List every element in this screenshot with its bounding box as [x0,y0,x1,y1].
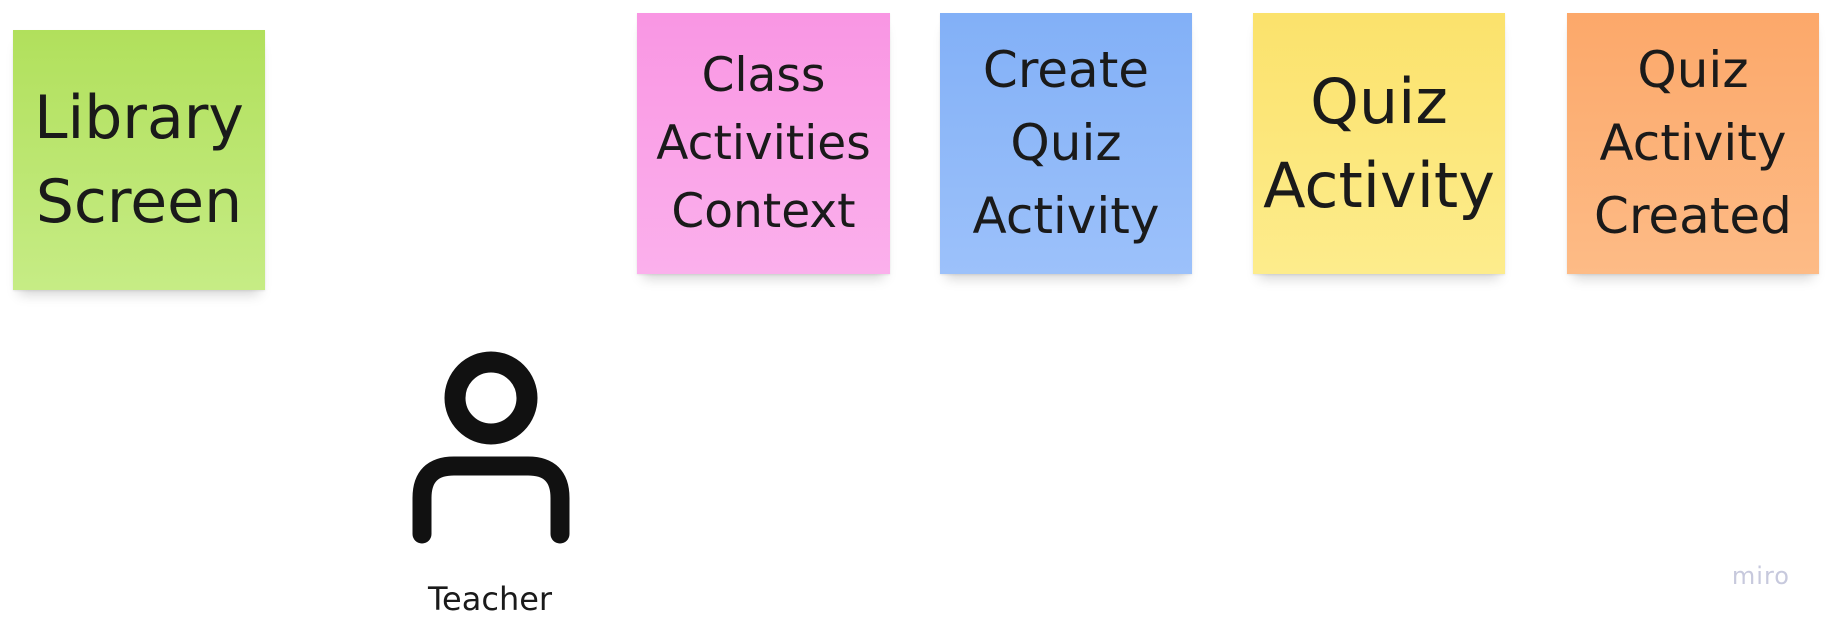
sticky-note-quiz-activity[interactable]: Quiz Activity [1253,13,1505,274]
sticky-note-create-quiz-activity[interactable]: Create Quiz Activity [940,13,1192,274]
miro-watermark: miro [1731,562,1790,590]
sticky-note-quiz-activity-created[interactable]: Quiz Activity Created [1567,13,1819,274]
person-icon[interactable] [412,348,570,544]
note-line: Activity [1263,148,1495,222]
note-line: Activity [1599,114,1787,172]
actor-label: Teacher [427,580,553,618]
miro-board: Library Screen Class Activities Context … [0,0,1830,629]
note-line: Quiz [1637,41,1749,99]
note-line: Create [982,41,1150,99]
note-line: Screen [35,167,243,237]
sticky-note-class-activities-context[interactable]: Class Activities Context [637,13,890,274]
sticky-note-library-screen[interactable]: Library Screen [13,30,265,290]
sticky-note-text: Quiz Activity Created [1594,34,1792,253]
sticky-note-text: Library Screen [34,76,244,244]
sticky-note-text: Class Activities Context [656,42,870,246]
note-line: Quiz [1010,114,1122,172]
sticky-note-text: Create Quiz Activity [973,34,1160,253]
note-line: Activity [972,187,1160,245]
note-line: Library [34,83,244,153]
note-line: Activities [656,115,871,171]
sticky-note-text: Quiz Activity [1263,60,1495,228]
note-line: Quiz [1310,64,1448,138]
note-line: Context [671,183,856,239]
note-line: Class [701,47,826,103]
note-line: Created [1594,187,1792,245]
